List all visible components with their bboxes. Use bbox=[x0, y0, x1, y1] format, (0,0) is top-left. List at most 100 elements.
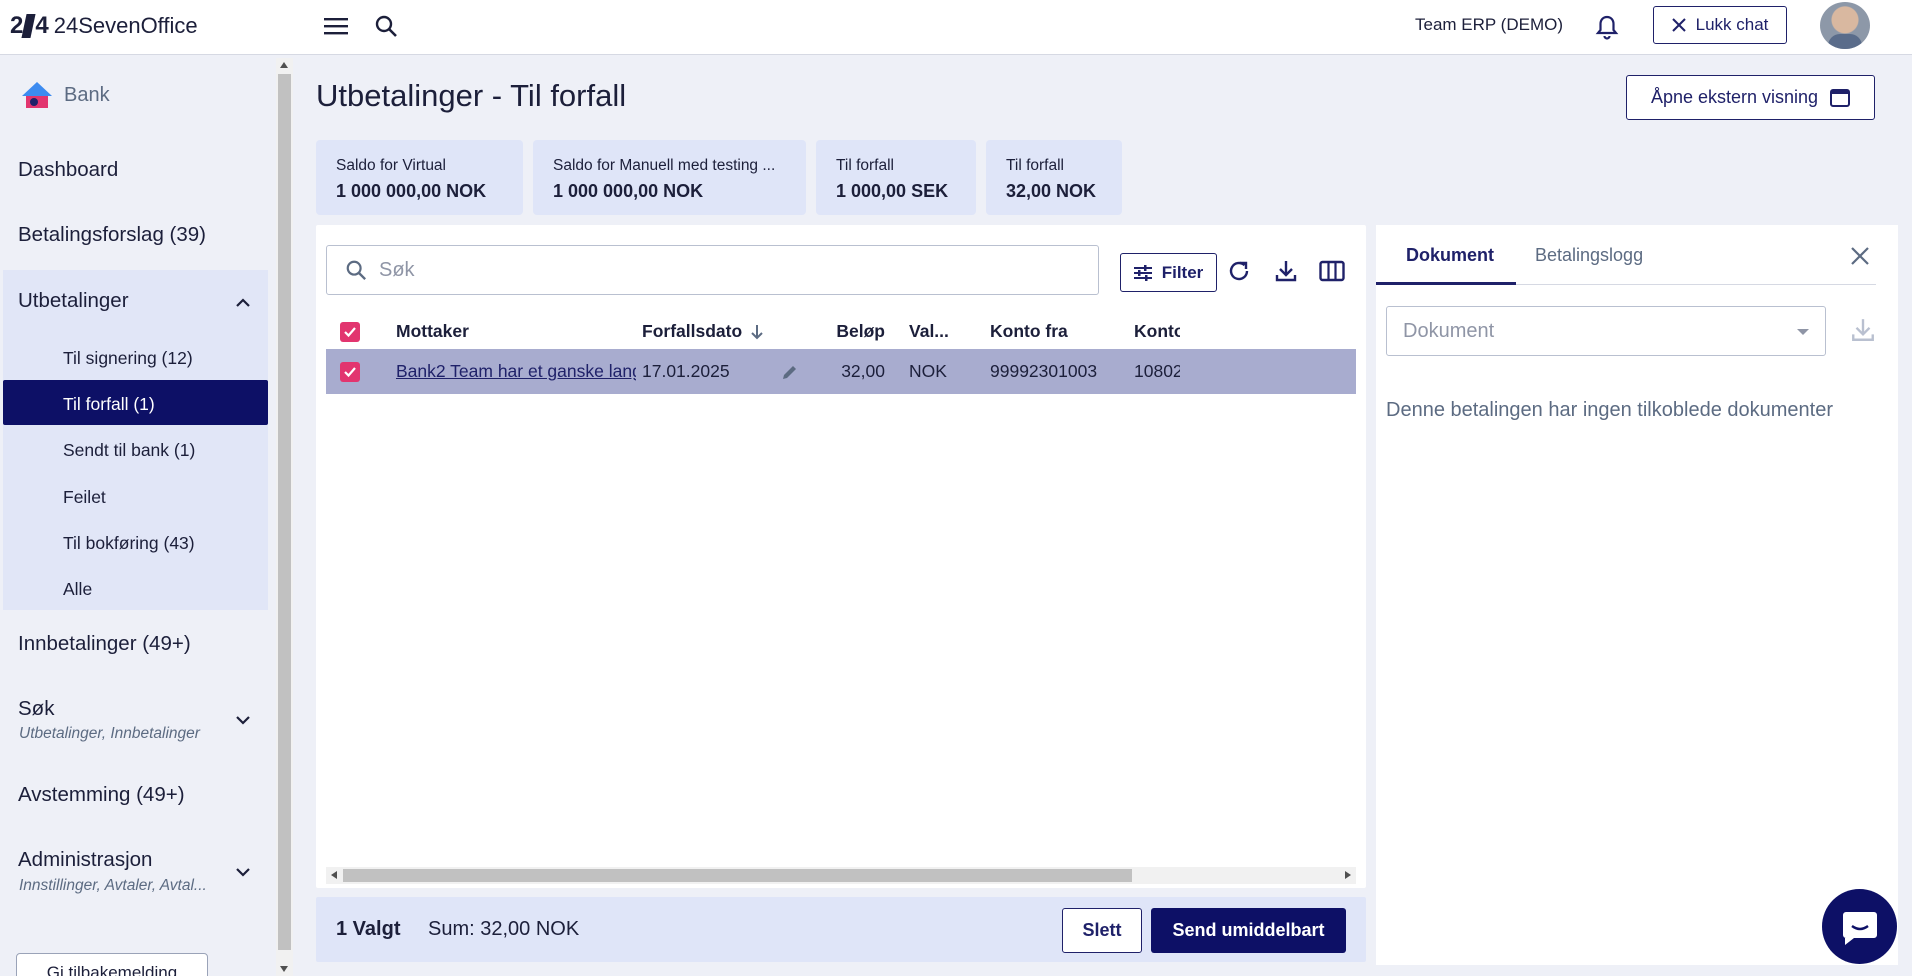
summary-card-value: 1 000,00 SEK bbox=[836, 181, 949, 201]
chevron-down-icon[interactable] bbox=[233, 710, 253, 730]
document-select[interactable]: Dokument bbox=[1386, 306, 1826, 356]
app-logo[interactable]: 24 24SevenOffice bbox=[10, 12, 198, 40]
team-name[interactable]: Team ERP (DEMO) bbox=[1415, 15, 1563, 35]
column-header-forfallsdato[interactable]: Forfallsdato bbox=[642, 309, 822, 354]
account-from-cell: 99992301003 bbox=[990, 361, 1098, 381]
checkbox-checked bbox=[340, 321, 360, 342]
column-header-valuta[interactable]: Val... bbox=[909, 309, 969, 354]
chevron-down-icon bbox=[1797, 329, 1809, 335]
send-now-button[interactable]: Send umiddelbart bbox=[1151, 908, 1346, 953]
avatar[interactable] bbox=[1820, 2, 1870, 49]
chat-icon bbox=[1842, 911, 1877, 945]
scrollbar-thumb[interactable] bbox=[343, 869, 1132, 882]
summary-card-label: Til forfall bbox=[836, 157, 894, 174]
search-icon bbox=[346, 260, 367, 281]
close-icon[interactable] bbox=[1848, 244, 1872, 268]
sidebar-subitem-alle[interactable]: Alle bbox=[63, 579, 92, 600]
account-to-cell: 10802 bbox=[1134, 361, 1180, 381]
column-header-forfallsdato-label: Forfallsdato bbox=[642, 321, 743, 341]
summary-card-label: Saldo for Manuell med testing ... bbox=[553, 157, 776, 174]
close-chat-button[interactable]: Lukk chat bbox=[1653, 6, 1787, 44]
sidebar-item-betalingsforslag[interactable]: Betalingsforslag (39) bbox=[18, 223, 206, 247]
summary-card-value: 32,00 NOK bbox=[1006, 181, 1097, 201]
chevron-up-icon[interactable] bbox=[233, 293, 253, 313]
tab-betalingslogg[interactable]: Betalingslogg bbox=[1535, 245, 1643, 266]
table-header: Mottaker Forfallsdato Beløp Val... Konto… bbox=[326, 309, 1356, 354]
sidebar-item-sok[interactable]: Søk bbox=[18, 697, 54, 721]
selected-sum: Sum: 32,00 NOK bbox=[428, 918, 580, 940]
top-bar: 24 24SevenOffice Team ERP (DEMO) Lukk ch… bbox=[0, 0, 1912, 55]
summary-card: Saldo for Virtual 1 000 000,00 NOK bbox=[316, 140, 523, 215]
sidebar-section-bank[interactable]: Bank bbox=[20, 80, 110, 110]
sidebar-subitem-til-signering[interactable]: Til signering (12) bbox=[63, 348, 193, 369]
active-tab-indicator bbox=[1376, 282, 1516, 285]
open-external-view-button[interactable]: Åpne ekstern visning bbox=[1626, 75, 1875, 120]
feedback-button[interactable]: Gi tilbakemelding bbox=[16, 953, 208, 976]
filter-button[interactable]: Filter bbox=[1120, 253, 1217, 292]
edit-date-icon[interactable] bbox=[781, 349, 799, 394]
column-header-belop[interactable]: Beløp bbox=[831, 309, 885, 354]
sidebar-subitem-til-forfall[interactable]: Til forfall (1) bbox=[63, 394, 155, 415]
chat-button[interactable] bbox=[1822, 889, 1897, 964]
row-checkbox[interactable] bbox=[340, 349, 360, 394]
document-panel: Dokument Betalingslogg Dokument Denne be… bbox=[1376, 225, 1898, 965]
summary-card-value: 1 000 000,00 NOK bbox=[336, 181, 487, 201]
search-icon[interactable] bbox=[372, 12, 400, 40]
sidebar-item-avstemming[interactable]: Avstemming (49+) bbox=[18, 783, 185, 807]
empty-documents-message: Denne betalingen har ingen tilkoblede do… bbox=[1386, 399, 1833, 421]
sidebar-item-administrasjon[interactable]: Administrasjon bbox=[18, 848, 152, 872]
currency-cell: NOK bbox=[909, 361, 947, 381]
checkbox-checked bbox=[340, 361, 360, 382]
document-tabs: Dokument Betalingslogg bbox=[1376, 225, 1876, 285]
summary-cards: Saldo for Virtual 1 000 000,00 NOK Saldo… bbox=[316, 140, 1122, 215]
summary-card-label: Saldo for Virtual bbox=[336, 157, 446, 174]
logo-mark: 24 bbox=[10, 12, 49, 39]
table-row[interactable]: Bank2 Team har et ganske langt navn 17.0… bbox=[326, 349, 1356, 394]
logo-text: 24SevenOffice bbox=[53, 13, 198, 38]
delete-button[interactable]: Slett bbox=[1062, 908, 1142, 953]
sidebar-item-innbetalinger[interactable]: Innbetalinger (49+) bbox=[18, 632, 191, 656]
recipient-link[interactable]: Bank2 Team har et ganske langt navn bbox=[396, 349, 636, 394]
sort-desc-icon[interactable] bbox=[750, 324, 764, 340]
summary-card-label: Til forfall bbox=[1006, 157, 1064, 174]
column-header-konto-fra[interactable]: Konto fra bbox=[990, 309, 1120, 354]
select-all-checkbox[interactable] bbox=[340, 309, 360, 354]
scroll-down-arrow[interactable] bbox=[280, 966, 288, 972]
chevron-down-icon[interactable] bbox=[233, 862, 253, 882]
sliders-icon bbox=[1133, 264, 1152, 281]
bell-icon[interactable] bbox=[1592, 12, 1622, 42]
scroll-left-arrow[interactable] bbox=[331, 871, 337, 879]
horizontal-scrollbar[interactable] bbox=[326, 867, 1356, 884]
page-title: Utbetalinger - Til forfall bbox=[316, 78, 627, 113]
selected-count: 1 Valgt bbox=[336, 918, 401, 940]
summary-card-value: 1 000 000,00 NOK bbox=[553, 181, 704, 201]
search-input[interactable] bbox=[379, 258, 1079, 282]
search-field[interactable] bbox=[326, 245, 1099, 295]
sidebar-subitem-sendt-til-bank[interactable]: Sendt til bank (1) bbox=[63, 440, 195, 461]
amount-cell: 32,00 bbox=[841, 361, 885, 381]
scrollbar-thumb[interactable] bbox=[278, 74, 291, 950]
sidebar-item-utbetalinger[interactable]: Utbetalinger bbox=[18, 289, 129, 313]
columns-icon[interactable] bbox=[1317, 256, 1347, 286]
due-date-value: 17.01.2025 bbox=[642, 361, 730, 381]
menu-icon[interactable] bbox=[323, 14, 349, 38]
sidebar-item-sok-subtitle: Utbetalinger, Innbetalinger bbox=[19, 725, 200, 742]
refresh-icon[interactable] bbox=[1224, 256, 1254, 286]
scroll-right-arrow[interactable] bbox=[1345, 871, 1351, 879]
download-icon[interactable] bbox=[1271, 256, 1301, 286]
sidebar-subitem-til-bokforing[interactable]: Til bokføring (43) bbox=[63, 533, 195, 554]
download-icon[interactable] bbox=[1850, 317, 1876, 343]
close-icon bbox=[1671, 18, 1686, 32]
window-icon bbox=[1830, 88, 1851, 107]
column-header-mottaker[interactable]: Mottaker bbox=[396, 309, 636, 354]
sidebar-scrollbar[interactable] bbox=[276, 58, 293, 976]
summary-card: Til forfall 1 000,00 SEK bbox=[816, 140, 976, 215]
column-header-konto-til[interactable]: Konto til bbox=[1134, 309, 1180, 354]
payments-table-panel: Filter Mottaker Forfallsdato Beløp Val..… bbox=[316, 225, 1366, 888]
summary-card: Saldo for Manuell med testing ... 1 000 … bbox=[533, 140, 806, 215]
tab-dokument[interactable]: Dokument bbox=[1406, 245, 1494, 266]
scroll-up-arrow[interactable] bbox=[280, 62, 288, 68]
open-external-view-label: Åpne ekstern visning bbox=[1650, 87, 1819, 107]
sidebar-subitem-feilet[interactable]: Feilet bbox=[63, 487, 106, 508]
sidebar-item-dashboard[interactable]: Dashboard bbox=[18, 158, 118, 182]
